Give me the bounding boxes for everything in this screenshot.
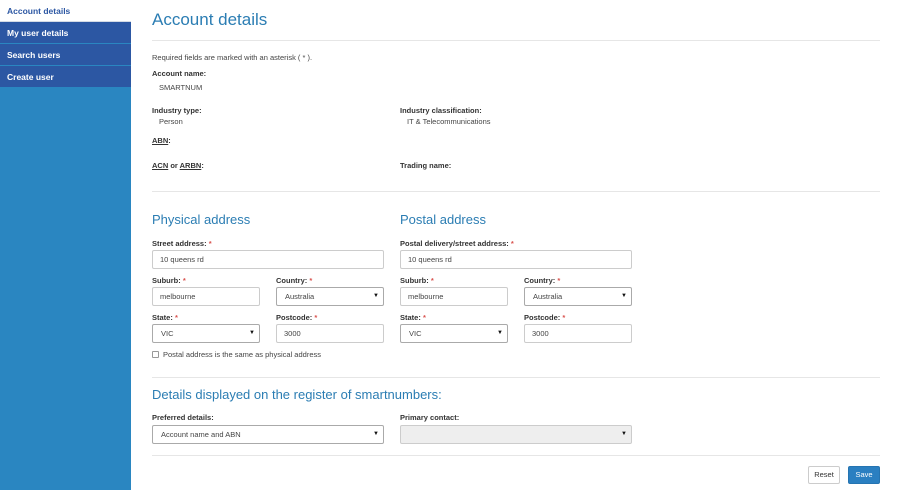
primary-contact-label: Primary contact: — [400, 413, 460, 422]
abn-colon: : — [168, 136, 171, 145]
state-select[interactable]: VIC ▼ — [152, 324, 260, 343]
arbn-abbr: ARBN — [179, 161, 202, 170]
chevron-down-icon: ▼ — [621, 293, 627, 299]
required-asterisk: * — [208, 239, 212, 248]
account-name-label: Account name: — [152, 69, 207, 78]
account-name-value: SMARTNUM — [159, 83, 203, 92]
suburb-input[interactable] — [152, 287, 260, 306]
postal-street-label: Postal delivery/street address: * — [400, 239, 514, 248]
divider — [152, 455, 880, 456]
abn-label: ABN: — [152, 136, 171, 145]
postcode-label: Postcode: * — [276, 313, 318, 322]
preferred-details-value: Account name and ABN — [161, 430, 241, 439]
sidebar-item-search-users[interactable]: Search users — [0, 44, 131, 66]
suburb-label: Suburb: * — [152, 276, 186, 285]
chevron-down-icon: ▼ — [497, 330, 503, 336]
postal-street-input[interactable] — [400, 250, 632, 269]
postal-state-select-value: VIC — [409, 329, 422, 338]
same-address-label: Postal address is the same as physical a… — [163, 350, 321, 359]
acn-colon: : — [201, 161, 204, 170]
same-address-checkbox[interactable] — [152, 351, 159, 358]
required-note: Required fields are marked with an aster… — [152, 53, 313, 62]
required-asterisk: * — [510, 239, 514, 248]
page-title: Account details — [152, 10, 268, 29]
acn-arbn-label: ACN or ARBN: — [152, 161, 204, 170]
sidebar-item-label: Create user — [7, 72, 54, 82]
postal-state-label: State: * — [400, 313, 426, 322]
required-asterisk: * — [314, 313, 318, 322]
sidebar-item-label: Account details — [7, 6, 71, 16]
state-select-value: VIC — [161, 329, 174, 338]
sidebar-item-my-user-details[interactable]: My user details — [0, 22, 131, 44]
chevron-down-icon: ▼ — [249, 330, 255, 336]
required-asterisk: * — [422, 313, 426, 322]
sidebar-item-label: My user details — [7, 28, 69, 38]
postal-country-select-value: Australia — [533, 292, 563, 301]
register-heading: Details displayed on the register of sma… — [152, 387, 442, 402]
industry-type-label: Industry type: — [152, 106, 202, 115]
reset-button[interactable]: Reset — [808, 466, 840, 484]
required-asterisk: * — [309, 276, 313, 285]
postal-suburb-label: Suburb: * — [400, 276, 434, 285]
postal-state-select[interactable]: VIC ▼ — [400, 324, 508, 343]
postal-address-heading: Postal address — [400, 212, 486, 227]
country-select-value: Australia — [285, 292, 315, 301]
postal-postcode-label: Postcode: * — [524, 313, 566, 322]
divider — [152, 377, 880, 378]
postal-country-select[interactable]: Australia ▼ — [524, 287, 632, 306]
abn-abbr: ABN — [152, 136, 169, 145]
divider — [152, 191, 880, 192]
required-asterisk: * — [430, 276, 434, 285]
physical-address-heading: Physical address — [152, 212, 251, 227]
save-button[interactable]: Save — [848, 466, 880, 484]
divider — [152, 40, 880, 41]
country-select[interactable]: Australia ▼ — [276, 287, 384, 306]
required-asterisk: * — [182, 276, 186, 285]
industry-classification-value: IT & Telecommunications — [407, 117, 491, 126]
sidebar-item-label: Search users — [7, 50, 61, 60]
state-label: State: * — [152, 313, 178, 322]
postal-postcode-input[interactable] — [524, 324, 632, 343]
acn-abbr: ACN — [152, 161, 169, 170]
chevron-down-icon: ▼ — [373, 293, 379, 299]
industry-type-value: Person — [159, 117, 183, 126]
postal-country-label: Country: * — [524, 276, 561, 285]
required-asterisk: * — [562, 313, 566, 322]
postal-suburb-input[interactable] — [400, 287, 508, 306]
preferred-details-label: Preferred details: — [152, 413, 214, 422]
preferred-details-select[interactable]: Account name and ABN ▼ — [152, 425, 384, 444]
industry-classification-label: Industry classification: — [400, 106, 482, 115]
chevron-down-icon: ▼ — [621, 431, 627, 437]
sidebar: Account details My user details Search u… — [0, 0, 131, 490]
street-address-input[interactable] — [152, 250, 384, 269]
sidebar-item-create-user[interactable]: Create user — [0, 66, 131, 88]
street-address-label: Street address: * — [152, 239, 212, 248]
required-asterisk: * — [174, 313, 178, 322]
primary-contact-select[interactable]: ▼ — [400, 425, 632, 444]
sidebar-item-account-details[interactable]: Account details — [0, 0, 131, 22]
country-label: Country: * — [276, 276, 313, 285]
chevron-down-icon: ▼ — [373, 431, 379, 437]
acn-or-text: or — [168, 161, 180, 170]
required-asterisk: * — [557, 276, 561, 285]
postcode-input[interactable] — [276, 324, 384, 343]
trading-name-label: Trading name: — [400, 161, 452, 170]
